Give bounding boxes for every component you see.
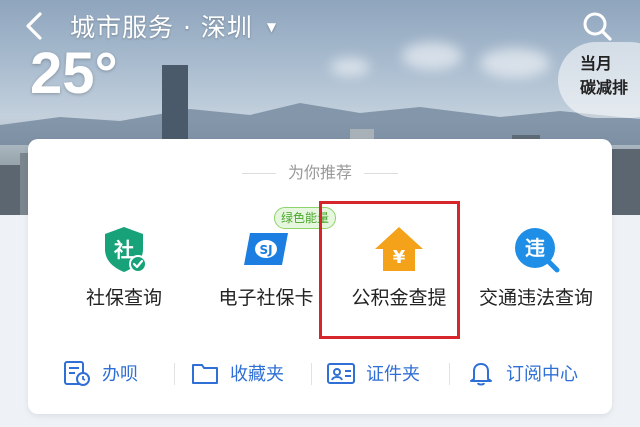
service-traffic-violation[interactable]: 违 交通违法查询 — [466, 219, 606, 319]
carbon-badge-line1: 当月 — [580, 54, 613, 73]
recommend-card: 为你推荐 社 社保查询 SJ 电子社保卡 ¥ 公积金查提 违 交通违法查询 绿色… — [28, 139, 612, 414]
svg-text:社: 社 — [113, 238, 134, 262]
quick-link-label: 订阅中心 — [506, 364, 578, 385]
search-icon — [583, 12, 612, 41]
quick-link-id-wallet[interactable]: 证件夹 — [326, 353, 420, 393]
service-e-social-card[interactable]: SJ 电子社保卡 — [196, 219, 336, 319]
service-label: 电子社保卡 — [218, 287, 314, 309]
back-button[interactable] — [18, 8, 52, 44]
shield-social-icon: 社 — [105, 227, 147, 273]
folder-icon — [192, 364, 218, 384]
service-housing-fund[interactable]: ¥ 公积金查提 — [329, 219, 469, 319]
svg-text:违: 违 — [525, 236, 545, 260]
quick-links-bar: 办呗 收藏夹 证件夹 订阅中心 — [28, 353, 612, 393]
recommend-heading: 为你推荐 — [28, 159, 612, 183]
service-grid: 社 社保查询 SJ 电子社保卡 ¥ 公积金查提 违 交通违法查询 — [28, 219, 612, 319]
quick-link-label: 证件夹 — [366, 364, 420, 385]
traffic-violation-icon: 违 — [515, 228, 560, 273]
svg-text:SJ: SJ — [259, 243, 272, 257]
quick-link-label: 办呗 — [102, 364, 138, 385]
service-label: 社保查询 — [85, 287, 162, 309]
bell-icon — [470, 363, 492, 386]
divider — [449, 363, 450, 385]
divider — [174, 363, 175, 385]
service-label: 交通违法查询 — [478, 287, 593, 309]
dropdown-caret-icon: ▼ — [266, 20, 278, 34]
carbon-reduction-badge[interactable]: 当月 碳减排 — [558, 42, 640, 118]
green-energy-badge: 绿色能量 — [274, 207, 336, 229]
carbon-badge-line2: 碳减排 — [580, 78, 629, 97]
city-title-text: 城市服务 · 深圳 — [70, 13, 253, 42]
quick-link-label: 收藏夹 — [230, 364, 284, 385]
temperature-display: 25° — [30, 41, 118, 106]
city-services-page: 城市服务 · 深圳 ▼ 25° 当月 碳减排 为你推荐 社 社保查询 SJ 电子… — [0, 0, 640, 427]
quick-link-favorites[interactable]: 收藏夹 — [190, 353, 284, 393]
service-social-security-query[interactable]: 社 社保查询 — [54, 219, 194, 319]
chevron-left-icon — [26, 12, 42, 40]
quick-link-subscriptions[interactable]: 订阅中心 — [466, 353, 578, 393]
task-list-icon — [64, 361, 90, 386]
service-label: 公积金查提 — [351, 287, 447, 309]
quick-link-banbei[interactable]: 办呗 — [62, 353, 138, 393]
search-button[interactable] — [578, 8, 616, 44]
divider — [311, 363, 312, 385]
id-card-icon — [327, 363, 355, 384]
city-selector[interactable]: 城市服务 · 深圳 ▼ — [70, 8, 277, 44]
svg-text:¥: ¥ — [393, 247, 406, 268]
house-fund-icon: ¥ — [375, 227, 423, 271]
social-card-icon: SJ — [244, 233, 288, 265]
